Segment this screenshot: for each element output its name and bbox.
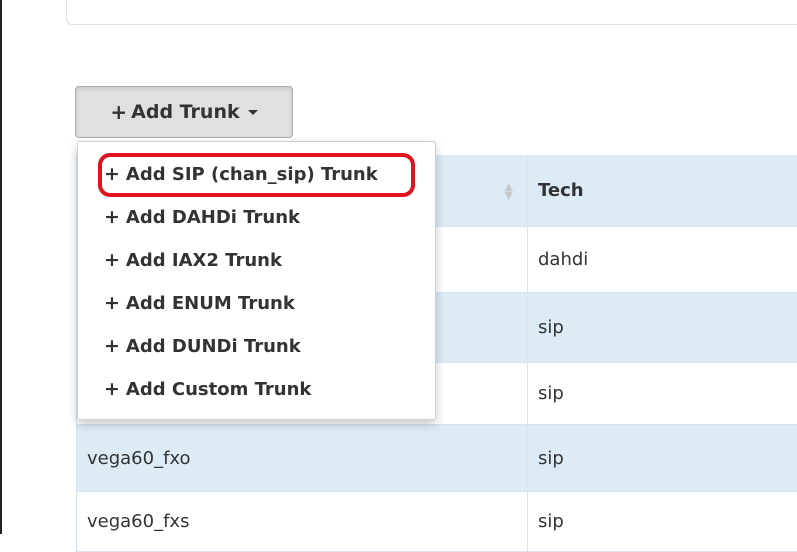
trunk-name-cell: vega60_fxo bbox=[76, 425, 527, 492]
trunk-tech-cell: sip bbox=[527, 425, 797, 492]
column-header-tech[interactable]: Tech bbox=[527, 155, 797, 227]
menu-item-label: Add SIP (chan_sip) Trunk bbox=[125, 163, 378, 185]
trunk-tech-cell: sip bbox=[527, 492, 797, 552]
table-row[interactable]: vega60_fxs sip bbox=[76, 492, 797, 552]
add-trunk-dropdown-menu: + Add SIP (chan_sip) Trunk + Add DAHDi T… bbox=[77, 141, 436, 420]
plus-icon: + bbox=[104, 335, 120, 357]
trunk-tech-cell: dahdi bbox=[527, 227, 797, 293]
trunk-name-cell: vega60_fxs bbox=[76, 492, 527, 552]
menu-item-label: Add ENUM Trunk bbox=[125, 292, 295, 314]
menu-item-add-sip-trunk[interactable]: + Add SIP (chan_sip) Trunk bbox=[104, 156, 378, 192]
menu-item-label: Add DUNDi Trunk bbox=[125, 335, 301, 357]
plus-icon: + bbox=[104, 249, 120, 271]
window-left-border bbox=[0, 0, 2, 534]
menu-item-label: Add Custom Trunk bbox=[125, 378, 312, 400]
top-panel bbox=[66, 0, 797, 25]
plus-icon: + bbox=[104, 206, 120, 228]
table-row[interactable]: vega60_fxo sip bbox=[76, 425, 797, 492]
plus-icon: + bbox=[104, 292, 120, 314]
trunk-tech-cell: sip bbox=[527, 293, 797, 363]
trunk-tech-cell: sip bbox=[527, 363, 797, 425]
add-trunk-label: Add Trunk bbox=[131, 101, 240, 123]
menu-item-add-dahdi-trunk[interactable]: + Add DAHDi Trunk bbox=[104, 199, 300, 235]
plus-icon: + bbox=[104, 163, 120, 185]
menu-item-add-custom-trunk[interactable]: + Add Custom Trunk bbox=[104, 371, 311, 407]
menu-item-add-iax2-trunk[interactable]: + Add IAX2 Trunk bbox=[104, 242, 282, 278]
plus-icon: + bbox=[104, 378, 120, 400]
add-trunk-button[interactable]: + Add Trunk bbox=[75, 86, 293, 138]
sort-icon[interactable]: ▲ ▼ bbox=[505, 181, 513, 201]
plus-icon: + bbox=[110, 100, 128, 124]
menu-item-label: Add DAHDi Trunk bbox=[125, 206, 300, 228]
menu-item-add-dundi-trunk[interactable]: + Add DUNDi Trunk bbox=[104, 328, 301, 364]
caret-down-icon bbox=[247, 109, 258, 115]
menu-item-add-enum-trunk[interactable]: + Add ENUM Trunk bbox=[104, 285, 295, 321]
menu-item-label: Add IAX2 Trunk bbox=[125, 249, 282, 271]
